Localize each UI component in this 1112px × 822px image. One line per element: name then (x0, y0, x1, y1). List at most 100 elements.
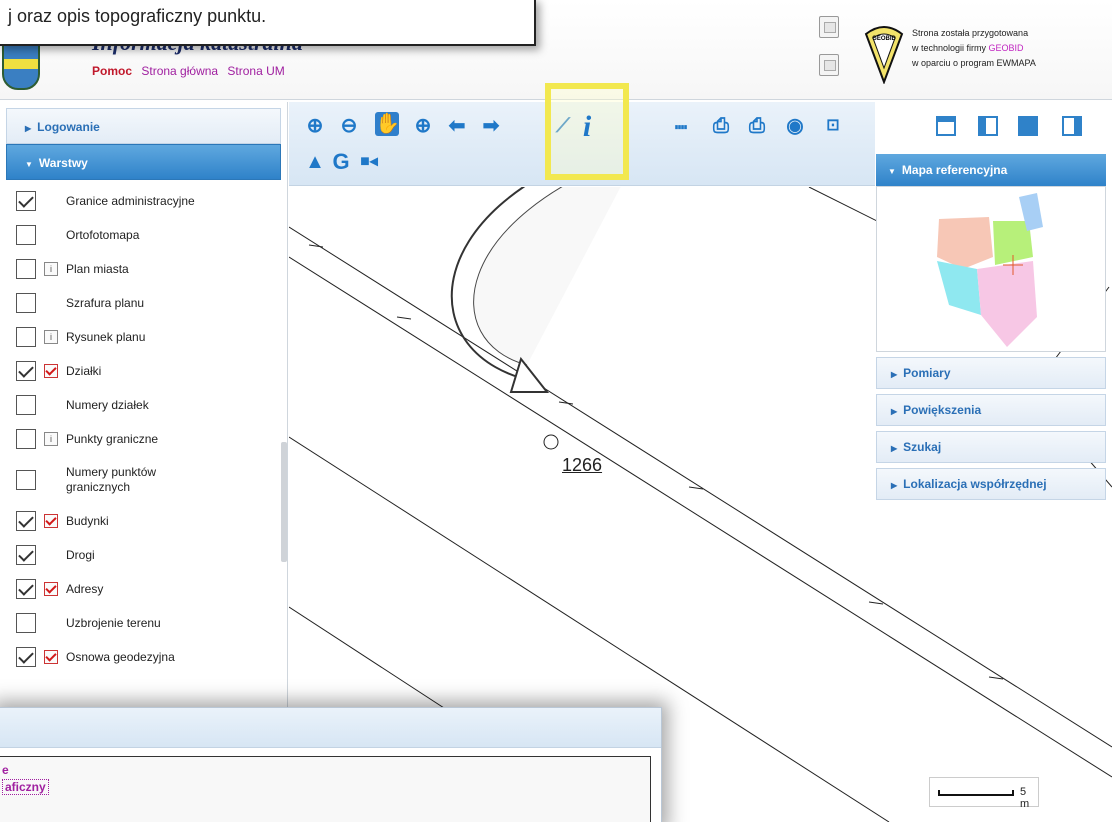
info-icon[interactable]: i (571, 107, 603, 147)
red-check-icon[interactable] (44, 514, 58, 528)
top-nav: Pomoc Strona główna Strona UM (92, 64, 291, 78)
chevron-right-icon: ▶ (891, 370, 898, 379)
layers-label: Warstwy (38, 156, 88, 170)
layout-left-icon[interactable] (978, 116, 998, 136)
scale-label: 5 m (1020, 786, 1030, 810)
camera-icon[interactable]: ■◂ (357, 150, 381, 174)
layer-label: Ortofotomapa (66, 227, 140, 242)
right-panel-item-label: Powiększenia (903, 403, 982, 417)
back-arrow-icon[interactable]: ⬅ (445, 114, 469, 138)
popup-link[interactable]: aficzny (2, 779, 49, 795)
zoom-out-icon[interactable]: ⊖ (337, 114, 361, 138)
reference-map-header[interactable]: ▼ Mapa referencyjna (876, 154, 1106, 186)
layer-label: Granice administracyjne (66, 193, 195, 208)
layers-accordion[interactable]: ▼ Warstwy (6, 144, 281, 180)
layer-item[interactable]: Adresy (6, 572, 287, 606)
layer-checkbox[interactable] (16, 470, 36, 490)
layer-label: Osnowa geodezyjna (66, 649, 175, 664)
red-check-icon[interactable] (44, 364, 58, 378)
right-panel-item-label: Lokalizacja współrzędnej (903, 477, 1047, 491)
ruler-icon[interactable]: ┉ (669, 116, 693, 140)
document-icon[interactable] (819, 54, 839, 76)
layer-checkbox[interactable] (16, 545, 36, 565)
layer-list: Granice administracyjne Ortofotomapa i Plan… (0, 180, 287, 674)
right-panel-item-label: Szukaj (903, 440, 942, 454)
document-icon[interactable] (819, 16, 839, 38)
warning-icon[interactable]: ▲ (303, 150, 327, 174)
layer-checkbox[interactable] (16, 579, 36, 599)
globe-icon[interactable]: ◉ (783, 114, 807, 138)
login-accordion[interactable]: ▶ Logowanie (6, 108, 281, 144)
chevron-down-icon: ▼ (888, 167, 896, 176)
nav-um-link[interactable]: Strona UM (227, 64, 284, 78)
right-panel-item[interactable]: ▶ Szukaj (876, 431, 1106, 463)
right-panel-item-label: Pomiary (903, 366, 951, 380)
nav-home-link[interactable]: Strona główna (141, 64, 218, 78)
nav-help-link[interactable]: Pomoc (92, 64, 132, 78)
scale-bar: 5 m (929, 777, 1039, 810)
layer-item[interactable]: Uzbrojenie terenu (6, 606, 287, 640)
layer-item[interactable]: Granice administracyjne (6, 184, 287, 218)
layer-item[interactable]: Drogi (6, 538, 287, 572)
pan-hand-icon[interactable]: ✋ (375, 112, 400, 136)
print-preview-icon[interactable]: ⎙ (745, 114, 769, 138)
layer-checkbox[interactable] (16, 361, 36, 381)
reference-map[interactable] (876, 186, 1106, 352)
layer-checkbox[interactable] (16, 647, 36, 667)
layer-item[interactable]: Szrafura planu (6, 286, 287, 320)
layer-info-icon[interactable]: i (44, 330, 58, 344)
red-check-icon[interactable] (44, 650, 58, 664)
layer-label: Numery punktów granicznych (66, 465, 157, 494)
layer-checkbox[interactable] (16, 293, 36, 313)
layer-item[interactable]: Budynki (6, 504, 287, 538)
credit-brand: GEOBID (988, 43, 1024, 53)
credit-text: Strona została przygotowana w technologi… (912, 26, 1036, 71)
zoom-in-icon[interactable]: ⊕ (303, 114, 327, 138)
layout-full-icon[interactable] (936, 116, 956, 136)
google-icon[interactable]: G (329, 150, 353, 174)
zoom-window-icon[interactable]: ⊕ (411, 114, 435, 138)
point-number-label: 1266 (562, 455, 603, 475)
popup-link[interactable]: e (2, 763, 9, 777)
left-panel-scrollbar[interactable] (281, 442, 287, 562)
layer-label: Adresy (66, 581, 104, 596)
layer-item[interactable]: i Plan miasta (6, 252, 287, 286)
layer-item[interactable]: i Rysunek planu (6, 320, 287, 354)
chevron-right-icon: ▶ (25, 124, 32, 133)
red-check-icon[interactable] (44, 582, 58, 596)
info-popup: e aficzny (0, 707, 662, 822)
layer-info-icon[interactable]: i (44, 262, 58, 276)
export-icon[interactable]: ⊡ (821, 114, 845, 138)
login-label: Logowanie (37, 120, 100, 134)
layout-right-icon[interactable] (1062, 116, 1082, 136)
layer-label: Numery działek (66, 397, 149, 412)
layer-info-icon[interactable]: i (44, 432, 58, 446)
right-panel-item[interactable]: ▶ Pomiary (876, 357, 1106, 389)
layer-label: Budynki (66, 513, 109, 528)
forward-arrow-icon[interactable]: ➡ (479, 114, 503, 138)
layout-arrow-icon[interactable] (1018, 116, 1038, 136)
layer-item[interactable]: Osnowa geodezyjna (6, 640, 287, 674)
right-panel-item[interactable]: ▶ Powiększenia (876, 394, 1106, 426)
popup-body: e aficzny (0, 756, 651, 822)
credit-line: w oparciu o program EWMAPA (912, 58, 1036, 68)
right-panel-items: ▶ Pomiary ▶ Powiększenia ▶ Szukaj ▶ Lokalizacja… (876, 357, 1106, 500)
layer-item[interactable]: Działki (6, 354, 287, 388)
print-icon[interactable]: ⎙ (709, 114, 733, 138)
layer-checkbox[interactable] (16, 327, 36, 347)
right-panel-item[interactable]: ▶ Lokalizacja współrzędnej (876, 468, 1106, 500)
reference-map-graphic (937, 193, 1043, 347)
layer-item[interactable]: i Punkty graniczne (6, 422, 287, 456)
layer-item[interactable]: Ortofotomapa (6, 218, 287, 252)
right-panel: ▼ Mapa referencyjna ▶ Pomiary ▶ Powiększenia… (876, 154, 1106, 504)
layer-checkbox[interactable] (16, 429, 36, 449)
layer-checkbox[interactable] (16, 259, 36, 279)
layer-checkbox[interactable] (16, 395, 36, 415)
chevron-right-icon: ▶ (891, 481, 898, 490)
layer-checkbox[interactable] (16, 225, 36, 245)
layer-checkbox[interactable] (16, 191, 36, 211)
layer-checkbox[interactable] (16, 613, 36, 633)
layer-item[interactable]: Numery punktów granicznych (6, 456, 287, 504)
layer-checkbox[interactable] (16, 511, 36, 531)
layer-item[interactable]: Numery działek (6, 388, 287, 422)
